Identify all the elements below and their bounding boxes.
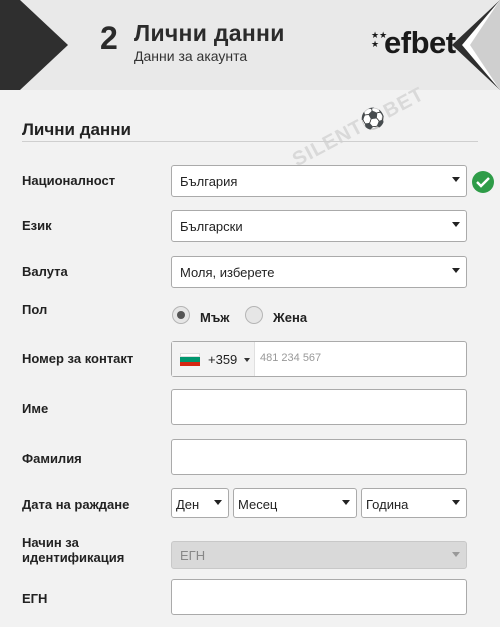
nationality-label: Националност (22, 173, 116, 188)
chevron-down-icon (452, 552, 460, 557)
chevron-down-icon (214, 500, 222, 505)
nationality-select[interactable]: България (171, 165, 467, 197)
section-title: Лични данни (22, 120, 131, 139)
radio-selected-dot (177, 311, 185, 319)
chevron-down-icon (452, 500, 460, 505)
birth-day-value: Ден (176, 497, 200, 512)
currency-label: Валута (22, 264, 68, 279)
section-divider (22, 141, 478, 142)
first-name-input[interactable] (171, 389, 467, 425)
chevron-down-icon (452, 222, 460, 227)
step-number: 2 (100, 20, 118, 56)
id-method-value: ЕГН (180, 548, 206, 563)
language-select[interactable]: Български (171, 210, 467, 242)
step-subtitle: Данни за акаунта (134, 48, 248, 64)
language-label: Език (22, 218, 52, 233)
page-header: 2 Лични данни Данни за акаунта efbet ★★ … (0, 0, 500, 90)
birth-month-select[interactable]: Месец (233, 488, 357, 518)
language-value: Български (180, 219, 243, 234)
gender-male-radio[interactable] (172, 306, 190, 324)
header-decoration-right-edge (470, 0, 500, 90)
egn-input[interactable] (171, 579, 467, 615)
chevron-down-icon (452, 268, 460, 273)
gender-female-radio[interactable] (245, 306, 263, 324)
birth-day-select[interactable]: Ден (171, 488, 229, 518)
gender-label: Пол (22, 302, 48, 317)
chevron-down-icon (342, 500, 350, 505)
currency-select[interactable]: Моля, изберете (171, 256, 467, 288)
chevron-down-icon (244, 358, 250, 362)
birth-date-label: Дата на раждане (22, 497, 130, 512)
phone-field: +359 481 234 567 (171, 341, 467, 377)
last-name-input[interactable] (171, 439, 467, 475)
phone-label: Номер за контакт (22, 351, 134, 366)
bulgaria-flag-icon (180, 353, 200, 366)
country-code-dropdown[interactable]: +359 (172, 342, 255, 376)
gender-male-label[interactable]: Мъж (200, 310, 230, 325)
id-method-select: ЕГН (171, 541, 467, 569)
birth-month-value: Месец (238, 497, 278, 512)
first-name-label: Име (22, 401, 49, 416)
last-name-label: Фамилия (22, 451, 82, 466)
egn-label: ЕГН (22, 591, 48, 606)
logo-stars-icon: ★★ ★ (371, 30, 388, 49)
nationality-value: България (180, 174, 238, 189)
birth-year-value: Година (366, 497, 409, 512)
birth-year-select[interactable]: Година (361, 488, 467, 518)
gender-female-label[interactable]: Жена (273, 310, 307, 325)
phone-input[interactable]: 481 234 567 (260, 352, 321, 364)
header-decoration-arrow (20, 0, 68, 90)
step-title: Лични данни (134, 20, 285, 46)
currency-value: Моля, изберете (180, 265, 275, 280)
id-method-label: Начин за идентификация (22, 535, 125, 565)
chevron-down-icon (452, 177, 460, 182)
country-code: +359 (208, 352, 238, 367)
check-icon (472, 171, 494, 193)
header-decoration (0, 0, 20, 90)
